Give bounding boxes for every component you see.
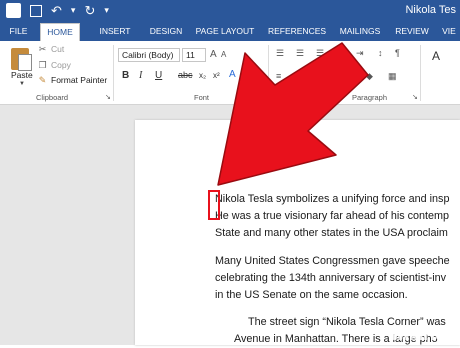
tab-file[interactable]: FILE [0, 22, 37, 41]
save-icon[interactable] [30, 4, 42, 17]
quick-access-toolbar: ↶ ▾ ↻ ▾ [6, 3, 109, 18]
word-app-icon [6, 3, 21, 18]
borders-icon[interactable]: ▦ [388, 71, 397, 82]
customize-toolbar-icon[interactable]: ▾ [104, 5, 109, 16]
paintbrush-icon: ✎ [38, 75, 47, 85]
group-divider [113, 45, 114, 101]
document-line[interactable]: in the US Senate on the same occasion. [215, 287, 460, 304]
document-line[interactable]: Many United States Congressmen gave spee… [215, 253, 460, 270]
bold-icon[interactable]: B [122, 70, 129, 81]
tab-view[interactable]: VIE [438, 22, 460, 41]
copy-icon: ❐ [38, 60, 47, 70]
paste-paper-icon [18, 54, 32, 71]
font-family-select[interactable]: Calibri (Body) [118, 48, 180, 62]
format-painter-label: Format Painter [51, 75, 108, 85]
clipboard-group-label: Clipboard [36, 93, 69, 102]
tab-design[interactable]: DESIGN [142, 22, 190, 41]
copy-label: Copy [51, 60, 71, 70]
redo-icon[interactable]: ↻ [84, 3, 95, 18]
cut-button[interactable]: ✂ Cut [37, 44, 65, 54]
tab-insert[interactable]: INSERT [91, 22, 139, 41]
paragraph-launcher-icon[interactable]: ↘ [412, 93, 418, 101]
show-marks-icon[interactable]: ¶ [395, 48, 400, 58]
tab-home[interactable]: HOME [40, 23, 80, 41]
document-line[interactable]: State and many other states in the USA p… [215, 225, 460, 242]
chevron-down-icon[interactable]: ▾ [71, 5, 76, 16]
document-line[interactable]: celebrating the 134th anniversary of sci… [215, 270, 460, 287]
annotation-arrow-icon [217, 42, 369, 186]
group-divider [420, 45, 421, 101]
watermark: wikiHow [390, 326, 459, 344]
paste-label[interactable]: Paste [11, 70, 33, 80]
title-bar: ↶ ▾ ↻ ▾ Nikola Tes [0, 0, 460, 22]
underline-icon[interactable]: U [155, 70, 162, 81]
cut-label: Cut [51, 44, 65, 54]
undo-icon[interactable]: ↶ [51, 3, 62, 18]
paste-button[interactable] [9, 44, 33, 72]
copy-button[interactable]: ❐ Copy [37, 60, 71, 70]
window-title: Nikola Tes [405, 4, 456, 16]
paste-dropdown-icon[interactable]: ▼ [19, 81, 25, 87]
tab-review[interactable]: REVIEW [390, 22, 434, 41]
italic-icon[interactable]: I [139, 70, 142, 81]
document-line[interactable]: He was a true visionary far ahead of his… [215, 208, 460, 225]
format-painter-button[interactable]: ✎ Format Painter [37, 75, 108, 85]
clipboard-launcher-icon[interactable]: ↘ [105, 93, 111, 101]
styles-icon[interactable]: A [432, 49, 440, 63]
scissors-icon: ✂ [38, 44, 47, 54]
